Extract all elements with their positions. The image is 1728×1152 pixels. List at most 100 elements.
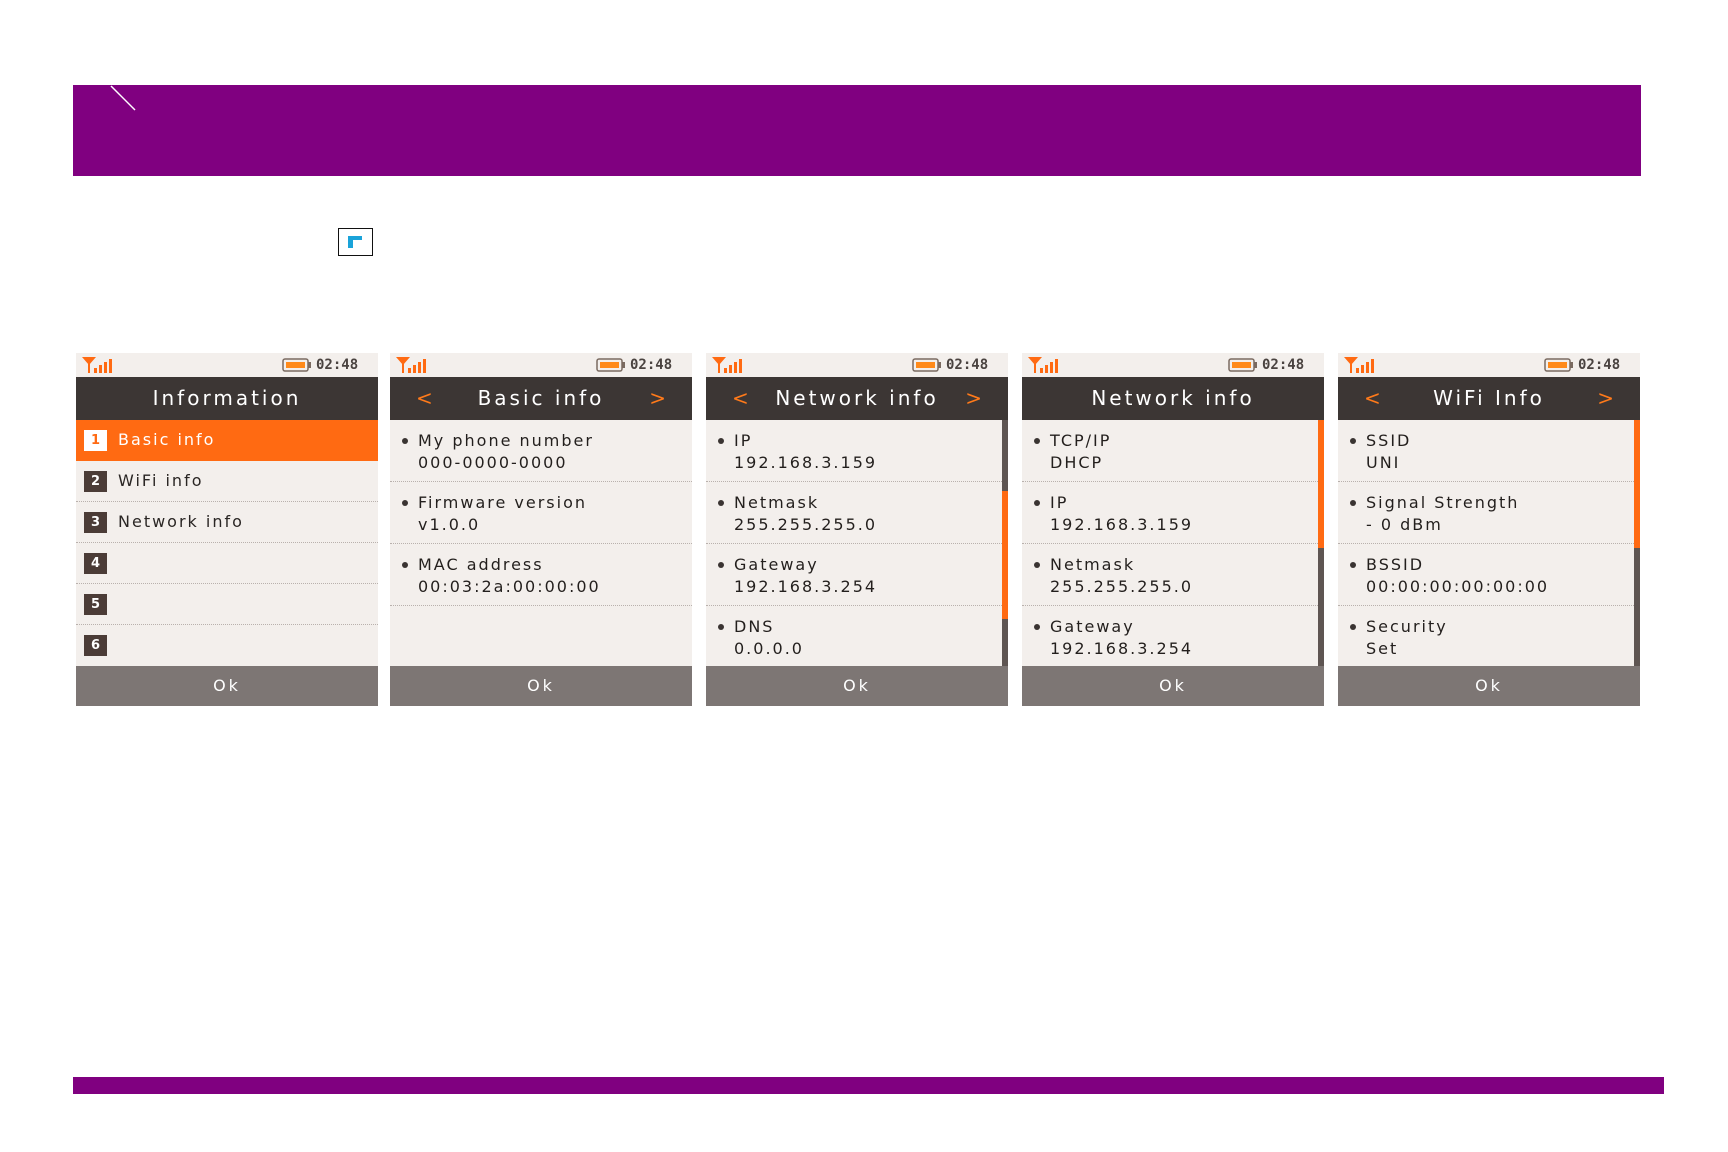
status-bar: 02:48 [390, 353, 692, 377]
info-entry: Netmask 255.255.255.0 [1022, 544, 1324, 606]
scrollbar[interactable] [1002, 420, 1008, 666]
status-bar: 02:48 [76, 353, 378, 377]
menu-label: Basic info [118, 430, 216, 449]
signal-bars-icon [396, 357, 426, 373]
entry-label: Gateway [734, 555, 819, 574]
signal-bars-icon [712, 357, 742, 373]
bullet [718, 500, 724, 506]
entry-label: Netmask [734, 493, 820, 512]
screen-title-bar: Network info [1022, 377, 1324, 420]
info-list: TCP/IP DHCP IP 192.168.3.159 Netmask 255.25… [1022, 420, 1324, 666]
menu-number: 4 [84, 553, 107, 574]
menu-item-6[interactable]: 6 [76, 625, 378, 666]
signal-bars-icon [82, 357, 112, 373]
phone-screen-network-info: 02:48 Network info TCP/IP DHCP IP 192.168.… [1022, 353, 1324, 706]
info-entry: Gateway 192.168.3.254 [1022, 606, 1324, 668]
entry-value: 255.255.255.0 [734, 515, 878, 534]
menu-item-basic-info[interactable]: 1 Basic info [76, 420, 378, 461]
prev-arrow[interactable]: < [416, 377, 433, 420]
next-arrow[interactable]: > [1597, 377, 1614, 420]
entry-value: 000-0000-0000 [418, 453, 568, 472]
ok-button[interactable]: Ok [76, 666, 378, 706]
entry-label: Signal Strength [1366, 493, 1520, 512]
entry-label: Gateway [1050, 617, 1135, 636]
menu-list: 1 Basic info 2 WiFi info 3 Network info 4 5… [76, 420, 378, 666]
screen-title: Network info [775, 386, 939, 410]
entry-value: v1.0.0 [418, 515, 481, 534]
info-entry: IP 192.168.3.159 [706, 420, 1008, 482]
info-entry: MAC address 00:03:2a:00:00:00 [390, 544, 692, 606]
entry-value: - 0 dBm [1366, 515, 1443, 534]
bullet [1350, 500, 1356, 506]
menu-label: WiFi info [118, 471, 204, 490]
battery-icon [912, 358, 941, 372]
screen-title: Network info [1091, 386, 1255, 410]
prev-arrow[interactable]: < [732, 377, 749, 420]
clock: 02:48 [630, 357, 673, 373]
entry-value: 192.168.3.159 [734, 453, 878, 472]
menu-number: 5 [84, 594, 107, 615]
scrollbar[interactable] [1318, 420, 1324, 666]
entry-label: DNS [734, 617, 775, 636]
bullet [402, 438, 408, 444]
battery-icon [1228, 358, 1257, 372]
scroll-thumb[interactable] [1318, 420, 1324, 548]
next-arrow[interactable]: > [649, 377, 666, 420]
info-entry: BSSID 00:00:00:00:00:00 [1338, 544, 1640, 606]
menu-item-network-info[interactable]: 3 Network info [76, 502, 378, 543]
scroll-thumb[interactable] [1634, 420, 1640, 548]
ok-button[interactable]: Ok [706, 666, 1008, 706]
info-entry: DNS 0.0.0.0 [706, 606, 1008, 668]
info-entry: TCP/IP DHCP [1022, 420, 1324, 482]
ok-button[interactable]: Ok [390, 666, 692, 706]
bullet [402, 562, 408, 568]
info-entry: My phone number 000-0000-0000 [390, 420, 692, 482]
menu-number: 2 [84, 471, 107, 492]
blue-key-icon [338, 228, 373, 256]
next-arrow[interactable]: > [965, 377, 982, 420]
bullet [718, 624, 724, 630]
scroll-thumb[interactable] [1002, 491, 1008, 619]
ok-button[interactable]: Ok [1022, 666, 1324, 706]
entry-label: Firmware version [418, 493, 588, 512]
clock: 02:48 [1262, 357, 1305, 373]
bullet [1350, 624, 1356, 630]
screen-title: WiFi Info [1433, 386, 1545, 410]
phone-screen-wifi-info: 02:48 < WiFi Info > SSID UNI Signal Stren… [1338, 353, 1640, 706]
info-entry: Security Set [1338, 606, 1640, 668]
prev-arrow[interactable]: < [1364, 377, 1381, 420]
entry-value: 00:03:2a:00:00:00 [418, 577, 601, 596]
footer-bar [73, 1077, 1664, 1094]
info-entry: SSID UNI [1338, 420, 1640, 482]
battery-icon [596, 358, 625, 372]
menu-item-wifi-info[interactable]: 2 WiFi info [76, 461, 378, 502]
menu-number: 6 [84, 635, 107, 656]
entry-value: 0.0.0.0 [734, 639, 804, 658]
slash-mark-icon [110, 85, 136, 111]
entry-value: 192.168.3.254 [734, 577, 878, 596]
screen-title: Information [152, 386, 302, 410]
status-bar: 02:48 [706, 353, 1008, 377]
entry-label: SSID [1366, 431, 1412, 450]
scrollbar[interactable] [1634, 420, 1640, 666]
bullet [1034, 562, 1040, 568]
info-list: SSID UNI Signal Strength - 0 dBm BSSID 00:0… [1338, 420, 1640, 666]
entry-label: MAC address [418, 555, 544, 574]
menu-number: 3 [84, 512, 107, 533]
info-entry: Firmware version v1.0.0 [390, 482, 692, 544]
bullet [402, 500, 408, 506]
menu-item-5[interactable]: 5 [76, 584, 378, 625]
phone-screen-network-info-scrolled: 02:48 < Network info > IP 192.168.3.159 N… [706, 353, 1008, 706]
entry-label: TCP/IP [1050, 431, 1112, 450]
clock: 02:48 [946, 357, 989, 373]
entry-value: DHCP [1050, 453, 1104, 472]
ok-button[interactable]: Ok [1338, 666, 1640, 706]
menu-number: 1 [84, 430, 107, 451]
entry-label: My phone number [418, 431, 594, 450]
info-list: IP 192.168.3.159 Netmask 255.255.255.0 Gat… [706, 420, 1008, 666]
entry-value: UNI [1366, 453, 1401, 472]
menu-item-4[interactable]: 4 [76, 543, 378, 584]
clock: 02:48 [316, 357, 359, 373]
entry-value: 192.168.3.159 [1050, 515, 1194, 534]
entry-label: IP [734, 431, 753, 450]
